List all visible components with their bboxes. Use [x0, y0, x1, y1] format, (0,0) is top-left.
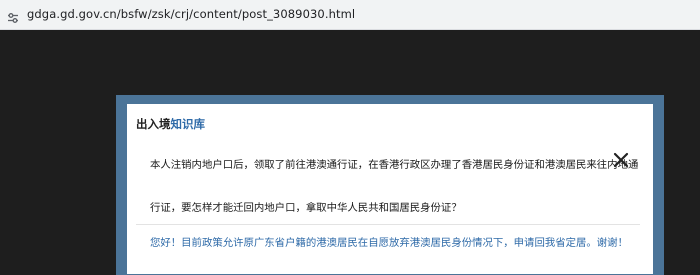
divider — [136, 224, 640, 225]
url-text[interactable]: gdga.gd.gov.cn/bsfw/zsk/crj/content/post… — [27, 7, 355, 21]
question-line-2: 行证，要怎样才能迁回内地户口，拿取中华人民共和国居民身份证？ — [150, 202, 462, 214]
address-bar[interactable]: gdga.gd.gov.cn/bsfw/zsk/crj/content/post… — [0, 0, 700, 30]
modal-title-prefix: 出入境 — [136, 117, 171, 131]
question-line-1: 本人注销内地户口后，领取了前往港澳通行证，在香港行政区办理了香港居民身份证和港澳… — [150, 159, 639, 171]
close-icon[interactable] — [612, 151, 630, 169]
tune-icon[interactable] — [7, 9, 19, 23]
modal-title: 出入境知识库 — [136, 116, 205, 132]
modal-title-accent: 知识库 — [170, 117, 206, 131]
answer-text: 您好！目前政策允许原广东省户籍的港澳居民在自愿放弃港澳居民身份情况下，申请回我省… — [150, 237, 628, 249]
